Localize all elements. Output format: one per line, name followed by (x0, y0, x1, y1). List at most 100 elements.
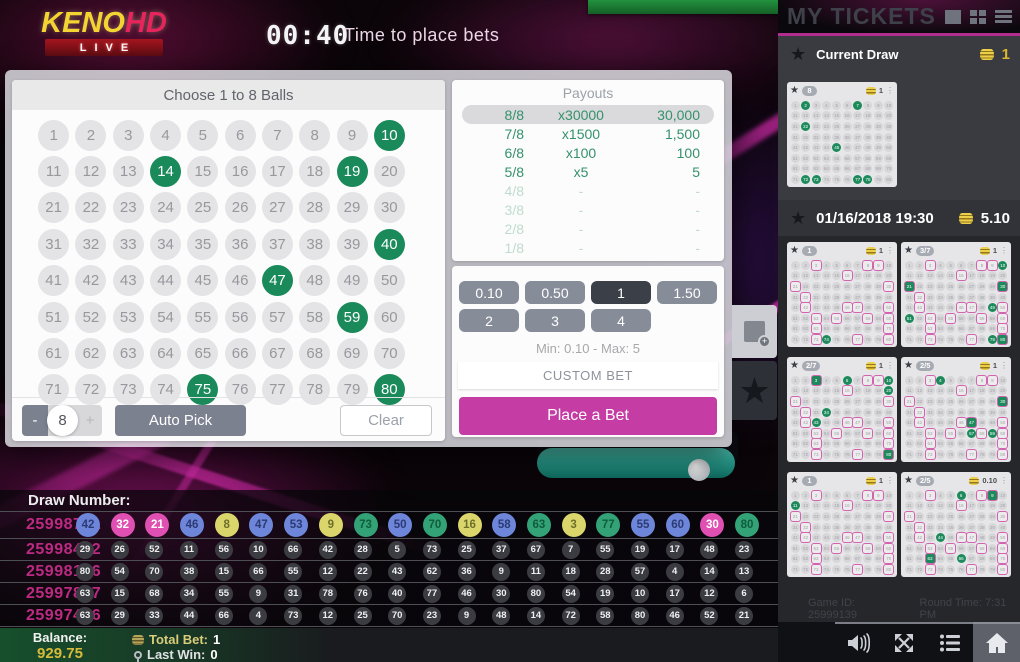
ball-40[interactable]: 40 (374, 229, 405, 260)
ball-1[interactable]: 1 (38, 120, 69, 151)
ball-68[interactable]: 68 (299, 338, 330, 369)
menu-button[interactable] (927, 622, 973, 662)
favorites-tab[interactable]: ★ (732, 361, 777, 420)
clear-button[interactable]: Clear (340, 405, 432, 436)
ball-57[interactable]: 57 (262, 302, 293, 333)
ball-28[interactable]: 28 (299, 192, 330, 223)
ball-25[interactable]: 25 (187, 192, 218, 223)
ball-39[interactable]: 39 (337, 229, 368, 260)
ball-27[interactable]: 27 (262, 192, 293, 223)
ball-45[interactable]: 45 (187, 265, 218, 296)
ball-10[interactable]: 10 (374, 120, 405, 151)
ball-32[interactable]: 32 (75, 229, 106, 260)
ticket-card[interactable]: ★11⋮123456789101112131415161718192021222… (787, 242, 897, 347)
ticket-card[interactable]: ★81⋮123456789101112131415161718192021222… (787, 82, 897, 187)
ball-62[interactable]: 62 (75, 338, 106, 369)
ball-4[interactable]: 4 (150, 120, 181, 151)
bet-chip-3[interactable]: 3 (525, 309, 585, 332)
ball-47[interactable]: 47 (262, 265, 293, 296)
ball-36[interactable]: 36 (225, 229, 256, 260)
ball-22[interactable]: 22 (75, 192, 106, 223)
ball-34[interactable]: 34 (150, 229, 181, 260)
ball-44[interactable]: 44 (150, 265, 181, 296)
ball-19[interactable]: 19 (337, 156, 368, 187)
ball-33[interactable]: 33 (113, 229, 144, 260)
ball-60[interactable]: 60 (374, 302, 405, 333)
ball-50[interactable]: 50 (374, 265, 405, 296)
ball-64[interactable]: 64 (150, 338, 181, 369)
ball-15[interactable]: 15 (187, 156, 218, 187)
ball-24[interactable]: 24 (150, 192, 181, 223)
bet-chip-1.50[interactable]: 1.50 (657, 281, 717, 304)
ball-51[interactable]: 51 (38, 302, 69, 333)
bet-chip-0.50[interactable]: 0.50 (525, 281, 585, 304)
ball-69[interactable]: 69 (337, 338, 368, 369)
ticket-card[interactable]: ★3/71⋮1234567891011121314151617181920212… (901, 242, 1011, 347)
ball-35[interactable]: 35 (187, 229, 218, 260)
ball-26[interactable]: 26 (225, 192, 256, 223)
ball-9[interactable]: 9 (337, 120, 368, 151)
ball-18[interactable]: 18 (299, 156, 330, 187)
ball-17[interactable]: 17 (262, 156, 293, 187)
ball-30[interactable]: 30 (374, 192, 405, 223)
ticket-menu-icon[interactable]: ⋮ (886, 87, 894, 95)
sound-button[interactable] (835, 622, 881, 662)
ball-41[interactable]: 41 (38, 265, 69, 296)
ticket-menu-icon[interactable]: ⋮ (886, 477, 894, 485)
ticket-card[interactable]: ★11⋮123456789101112131415161718192021222… (787, 472, 897, 577)
grid-view-icon[interactable] (970, 10, 986, 24)
ball-21[interactable]: 21 (38, 192, 69, 223)
ball-13[interactable]: 13 (113, 156, 144, 187)
auto-pick-button[interactable]: Auto Pick (115, 405, 246, 436)
ball-67[interactable]: 67 (262, 338, 293, 369)
ball-55[interactable]: 55 (187, 302, 218, 333)
ball-43[interactable]: 43 (113, 265, 144, 296)
ball-63[interactable]: 63 (113, 338, 144, 369)
ticket-menu-icon[interactable]: ⋮ (886, 247, 894, 255)
ball-2[interactable]: 2 (75, 120, 106, 151)
ball-65[interactable]: 65 (187, 338, 218, 369)
ball-38[interactable]: 38 (299, 229, 330, 260)
ball-66[interactable]: 66 (225, 338, 256, 369)
ball-29[interactable]: 29 (337, 192, 368, 223)
ticket-menu-icon[interactable]: ⋮ (886, 362, 894, 370)
ball-16[interactable]: 16 (225, 156, 256, 187)
ball-59[interactable]: 59 (337, 302, 368, 333)
add-ticket-tab[interactable]: + (732, 305, 777, 358)
ball-42[interactable]: 42 (75, 265, 106, 296)
ball-48[interactable]: 48 (299, 265, 330, 296)
ball-54[interactable]: 54 (150, 302, 181, 333)
ball-49[interactable]: 49 (337, 265, 368, 296)
bet-chip-1[interactable]: 1 (591, 281, 651, 304)
ball-11[interactable]: 11 (38, 156, 69, 187)
ball-58[interactable]: 58 (299, 302, 330, 333)
ticket-menu-icon[interactable]: ⋮ (1000, 362, 1008, 370)
single-view-icon[interactable] (945, 10, 961, 24)
list-view-icon[interactable] (995, 10, 1012, 23)
ball-14[interactable]: 14 (150, 156, 181, 187)
custom-bet-button[interactable]: CUSTOM BET (458, 362, 718, 389)
ball-8[interactable]: 8 (299, 120, 330, 151)
ball-52[interactable]: 52 (75, 302, 106, 333)
ball-46[interactable]: 46 (225, 265, 256, 296)
ball-6[interactable]: 6 (225, 120, 256, 151)
ball-70[interactable]: 70 (374, 338, 405, 369)
bet-chip-2[interactable]: 2 (459, 309, 519, 332)
fullscreen-button[interactable] (881, 622, 927, 662)
home-button[interactable] (973, 622, 1020, 662)
ball-12[interactable]: 12 (75, 156, 106, 187)
ticket-card[interactable]: ★2/50.10⋮1234567891011121314151617181920… (901, 472, 1011, 577)
ball-23[interactable]: 23 (113, 192, 144, 223)
ball-56[interactable]: 56 (225, 302, 256, 333)
ball-61[interactable]: 61 (38, 338, 69, 369)
ball-53[interactable]: 53 (113, 302, 144, 333)
ball-7[interactable]: 7 (262, 120, 293, 151)
bet-chip-0.10[interactable]: 0.10 (459, 281, 519, 304)
stepper-plus-button[interactable]: + (78, 405, 102, 436)
ball-37[interactable]: 37 (262, 229, 293, 260)
ticket-card[interactable]: ★2/71⋮1234567891011121314151617181920212… (787, 357, 897, 462)
ball-3[interactable]: 3 (113, 120, 144, 151)
bet-chip-4[interactable]: 4 (591, 309, 651, 332)
ball-20[interactable]: 20 (374, 156, 405, 187)
ticket-menu-icon[interactable]: ⋮ (1000, 477, 1008, 485)
